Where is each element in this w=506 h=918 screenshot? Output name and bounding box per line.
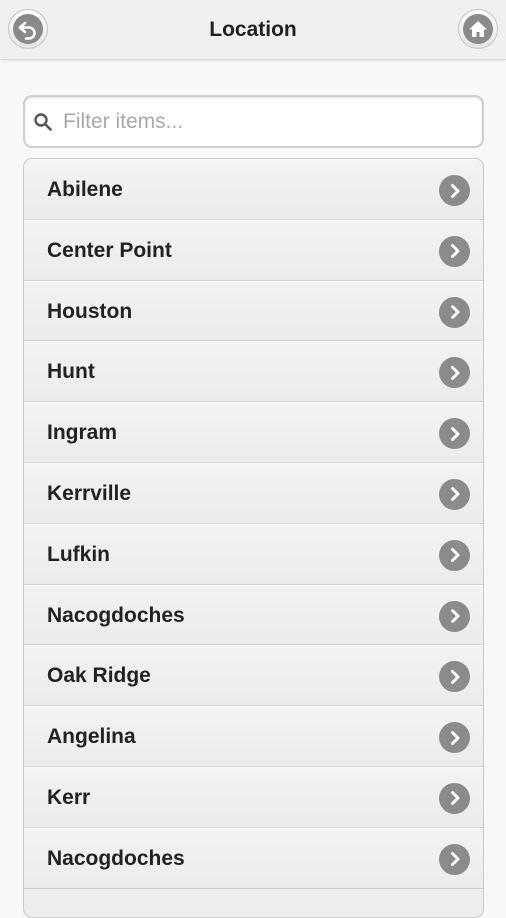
chevron-right-icon bbox=[439, 296, 470, 328]
list-item[interactable]: Hunt bbox=[24, 341, 483, 403]
list-item[interactable]: Nacogdoches bbox=[24, 827, 483, 889]
list-item[interactable]: Center Point bbox=[24, 219, 483, 281]
list-item[interactable]: Houston bbox=[24, 280, 483, 342]
chevron-right-icon bbox=[439, 843, 470, 875]
list-item-label: Nacogdoches bbox=[47, 846, 185, 870]
chevron-right-icon bbox=[439, 418, 470, 450]
chevron-right-icon bbox=[439, 357, 470, 389]
search-icon bbox=[33, 112, 53, 137]
filter-input[interactable] bbox=[63, 105, 473, 139]
list-item-label: Hunt bbox=[47, 360, 95, 384]
list-item-label: Oak Ridge bbox=[47, 664, 151, 688]
list-item-label: Ingram bbox=[47, 421, 118, 445]
list-item-label: Center Point bbox=[47, 238, 172, 262]
chevron-right-icon bbox=[439, 722, 470, 754]
chevron-right-icon bbox=[439, 782, 470, 814]
chevron-right-icon bbox=[439, 661, 470, 693]
list-item[interactable]: Nacogdoches bbox=[24, 584, 483, 646]
list-item[interactable]: Kerrville bbox=[24, 462, 483, 524]
filter-search-box[interactable] bbox=[23, 95, 484, 148]
list-item[interactable]: Abilene bbox=[24, 159, 483, 220]
chevron-right-icon bbox=[439, 235, 470, 267]
list-item[interactable]: Oak Ridge bbox=[24, 645, 483, 707]
chevron-right-icon bbox=[439, 478, 470, 510]
list-item-label: Nacogdoches bbox=[47, 603, 185, 627]
app-header: Location bbox=[0, 0, 506, 60]
list-item-label: Lufkin bbox=[47, 542, 110, 566]
list-item-label: Houston bbox=[47, 299, 133, 323]
home-icon bbox=[463, 14, 493, 44]
list-item[interactable]: Kerr bbox=[24, 766, 483, 828]
chevron-right-icon bbox=[439, 539, 470, 571]
list-item[interactable]: Lufkin bbox=[24, 523, 483, 585]
list-item[interactable]: Ingram bbox=[24, 402, 483, 463]
home-button[interactable] bbox=[458, 9, 498, 49]
chevron-right-icon bbox=[439, 600, 470, 632]
list-item-label: Kerr bbox=[47, 785, 91, 809]
list-item-label: Abilene bbox=[47, 178, 123, 201]
list-item-label: Kerrville bbox=[47, 481, 132, 505]
chevron-right-icon bbox=[439, 175, 470, 206]
location-list: Abilene Center Point Houston Hunt Ingram Kerr… bbox=[23, 158, 484, 918]
page-title: Location bbox=[209, 18, 297, 41]
list-item-label: Angelina bbox=[47, 725, 136, 749]
list-item[interactable]: Angelina bbox=[24, 706, 483, 767]
